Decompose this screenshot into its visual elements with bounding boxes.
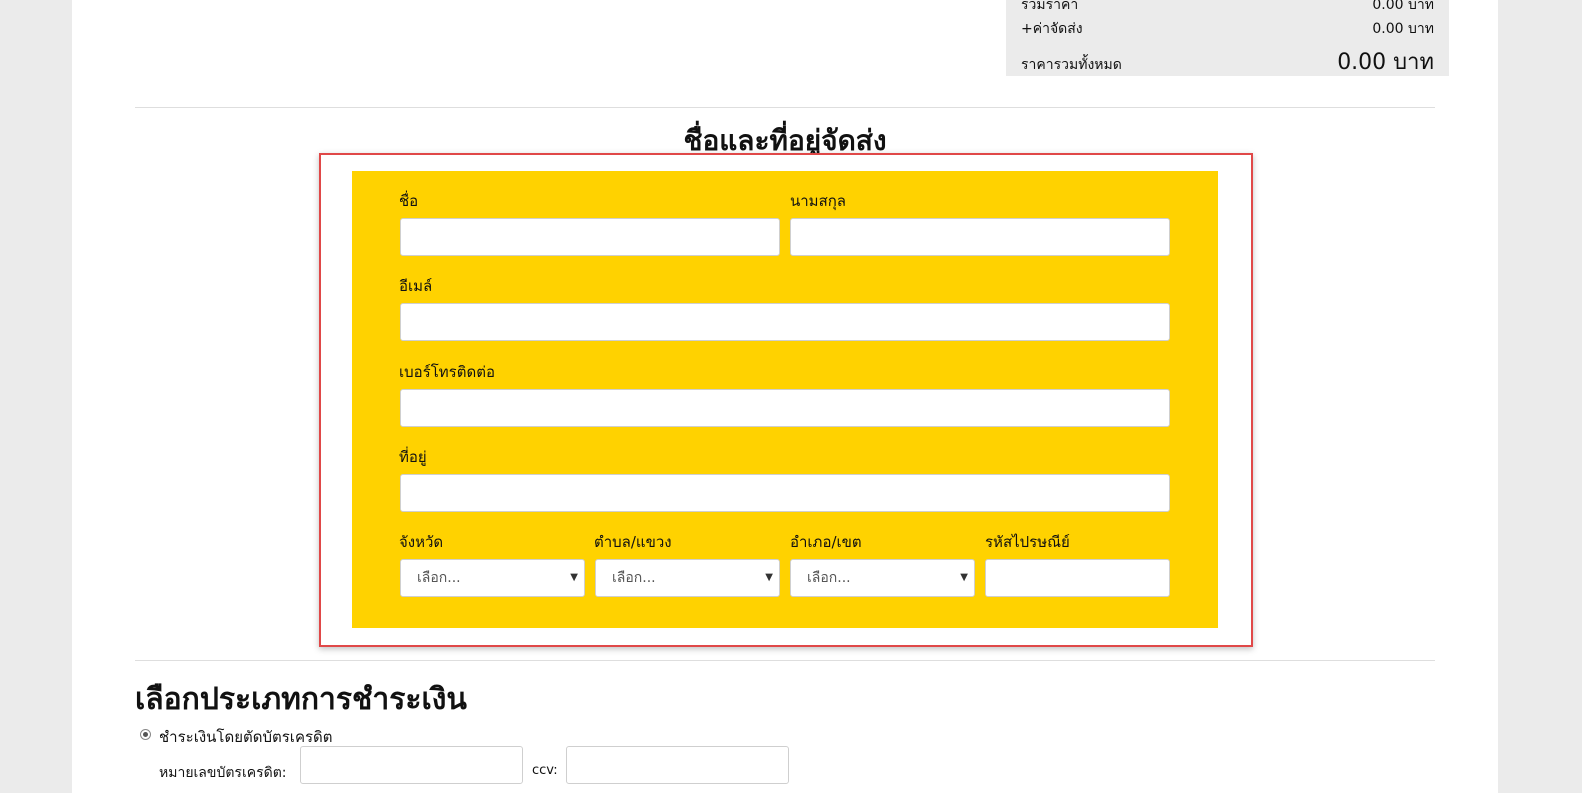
- summary-total-row: ราคารวมทั้งหมด 0.00 บาท: [1021, 42, 1434, 79]
- total-value: 0.00 บาท: [1337, 50, 1434, 75]
- order-summary: รวมราคา 0.00 บาท +ค่าจัดส่ง 0.00 บาท ราค…: [1006, 0, 1449, 76]
- subtotal-value: 0.00 บาท: [1372, 0, 1434, 13]
- shipping-fee-label: +ค่าจัดส่ง: [1021, 21, 1083, 37]
- payment-section-title: เลือกประเภทการชำระเงิน: [135, 682, 467, 717]
- shipping-fee-value: 0.00 บาท: [1372, 21, 1434, 37]
- total-label: ราคารวมทั้งหมด: [1021, 57, 1122, 73]
- summary-shipping-row: +ค่าจัดส่ง 0.00 บาท: [1021, 18, 1434, 40]
- ccv-input[interactable]: [566, 746, 789, 784]
- divider: [135, 107, 1435, 108]
- credit-card-radio[interactable]: [140, 729, 151, 740]
- shipping-section-title: ชื่อและที่อยู่จัดส่ง: [683, 124, 887, 154]
- divider: [135, 660, 1435, 661]
- summary-subtotal-row: รวมราคา 0.00 บาท: [1021, 0, 1434, 16]
- subtotal-label: รวมราคา: [1021, 0, 1079, 13]
- highlight-box: [319, 153, 1253, 647]
- ccv-label: ccv:: [532, 763, 558, 778]
- card-number-input[interactable]: [300, 746, 523, 784]
- card-number-label: หมายเลขบัตรเครดิต:: [159, 765, 287, 781]
